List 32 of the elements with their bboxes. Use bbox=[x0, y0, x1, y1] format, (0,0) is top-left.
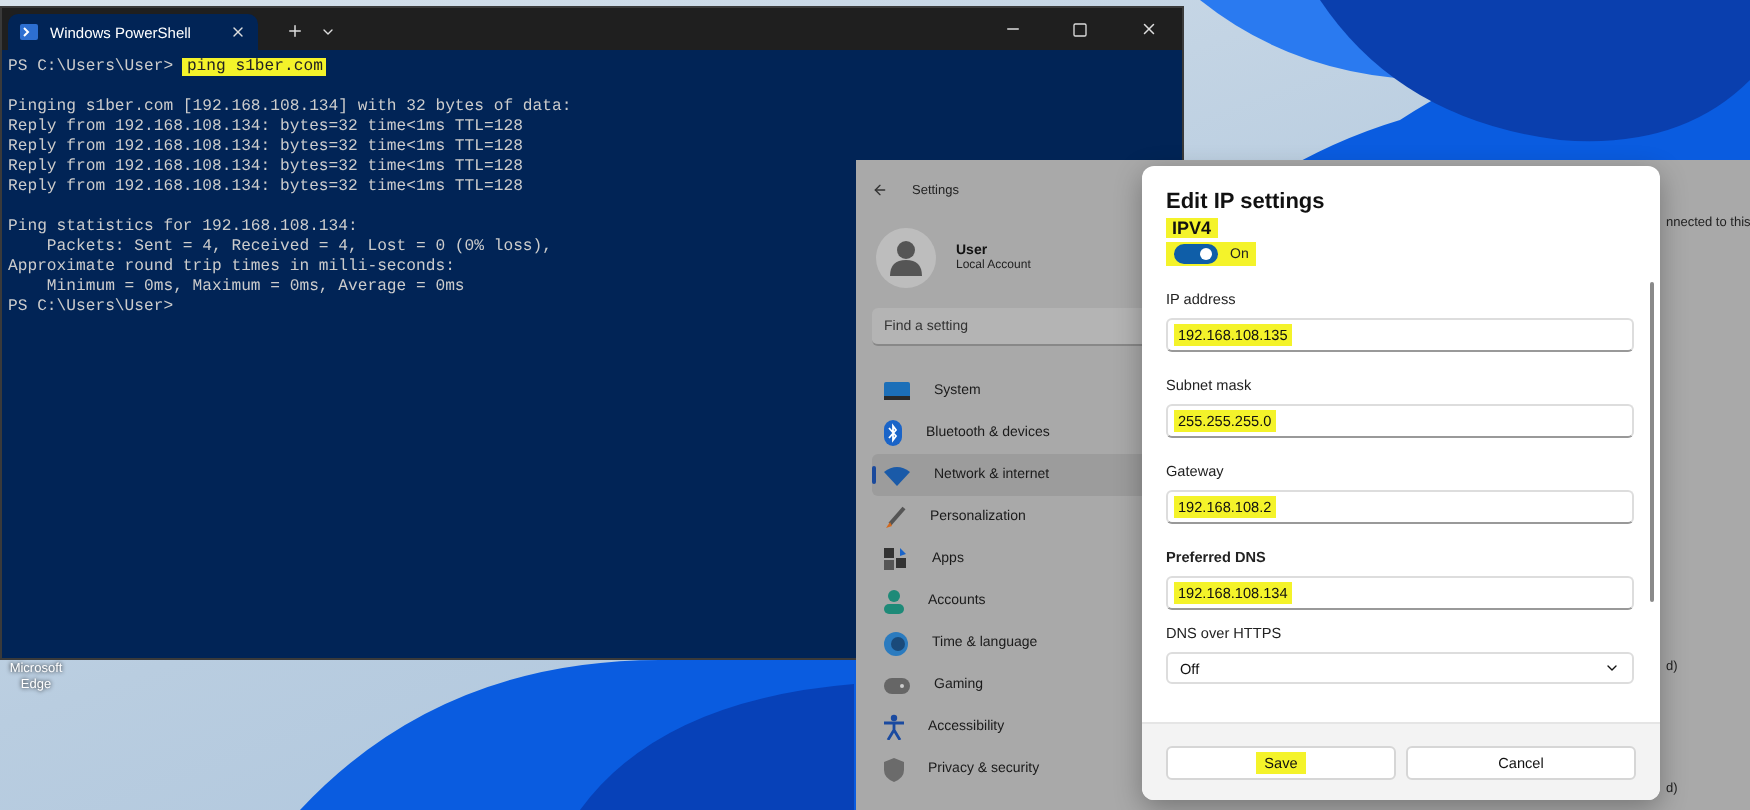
console-output-line: Packets: Sent = 4, Received = 4, Lost = 0 (0% loss), bbox=[44, 238, 552, 258]
console-prompt-line: PS C:\Users\User> bbox=[8, 298, 174, 318]
shield-icon bbox=[884, 757, 904, 781]
console-output-line: Reply from 192.168.108.134: bytes=32 time<1ms TTL=128 bbox=[8, 178, 523, 198]
chevron-down-icon bbox=[1604, 660, 1620, 676]
console-output-line: Approximate round trip times in milli-seconds: bbox=[8, 258, 455, 278]
console-output-line: Reply from 192.168.108.134: bytes=32 time<1ms TTL=128 bbox=[8, 158, 523, 178]
bluetooth-icon bbox=[884, 420, 902, 446]
wifi-icon bbox=[884, 465, 910, 485]
back-arrow-icon[interactable] bbox=[872, 182, 888, 198]
console-output-line: Minimum = 0ms, Maximum = 0ms, Average = 0ms bbox=[44, 278, 465, 298]
chevron-down-icon[interactable] bbox=[320, 24, 336, 40]
paintbrush-icon bbox=[884, 505, 906, 529]
section-heading: IPV4 bbox=[1166, 218, 1218, 238]
gamepad-icon bbox=[884, 677, 910, 693]
console-output-line: Pinging s1ber.com [192.168.108.134] with 32 bytes of data: bbox=[8, 98, 572, 118]
globe-clock-icon bbox=[884, 631, 908, 655]
console-output-line: Reply from 192.168.108.134: bytes=32 time<1ms TTL=128 bbox=[8, 138, 523, 158]
accessibility-icon bbox=[884, 714, 904, 740]
person-icon bbox=[884, 589, 904, 613]
terminal-icon bbox=[20, 24, 38, 40]
console-prompt-line: PS C:\Users\User> ping s1ber.com bbox=[8, 58, 327, 78]
plus-icon[interactable] bbox=[286, 22, 304, 40]
close-icon[interactable] bbox=[230, 24, 246, 40]
scrollbar[interactable] bbox=[1650, 282, 1654, 602]
dialog-title: Edit IP settings bbox=[1166, 190, 1327, 214]
monitor-icon bbox=[884, 382, 910, 400]
console-output-line: Reply from 192.168.108.134: bytes=32 time<1ms TTL=128 bbox=[8, 118, 523, 138]
avatar-icon bbox=[876, 228, 936, 288]
console-output-line: Ping statistics for 192.168.108.134: bbox=[8, 218, 358, 238]
apps-icon bbox=[884, 548, 908, 570]
toggle-switch[interactable] bbox=[1174, 244, 1218, 264]
